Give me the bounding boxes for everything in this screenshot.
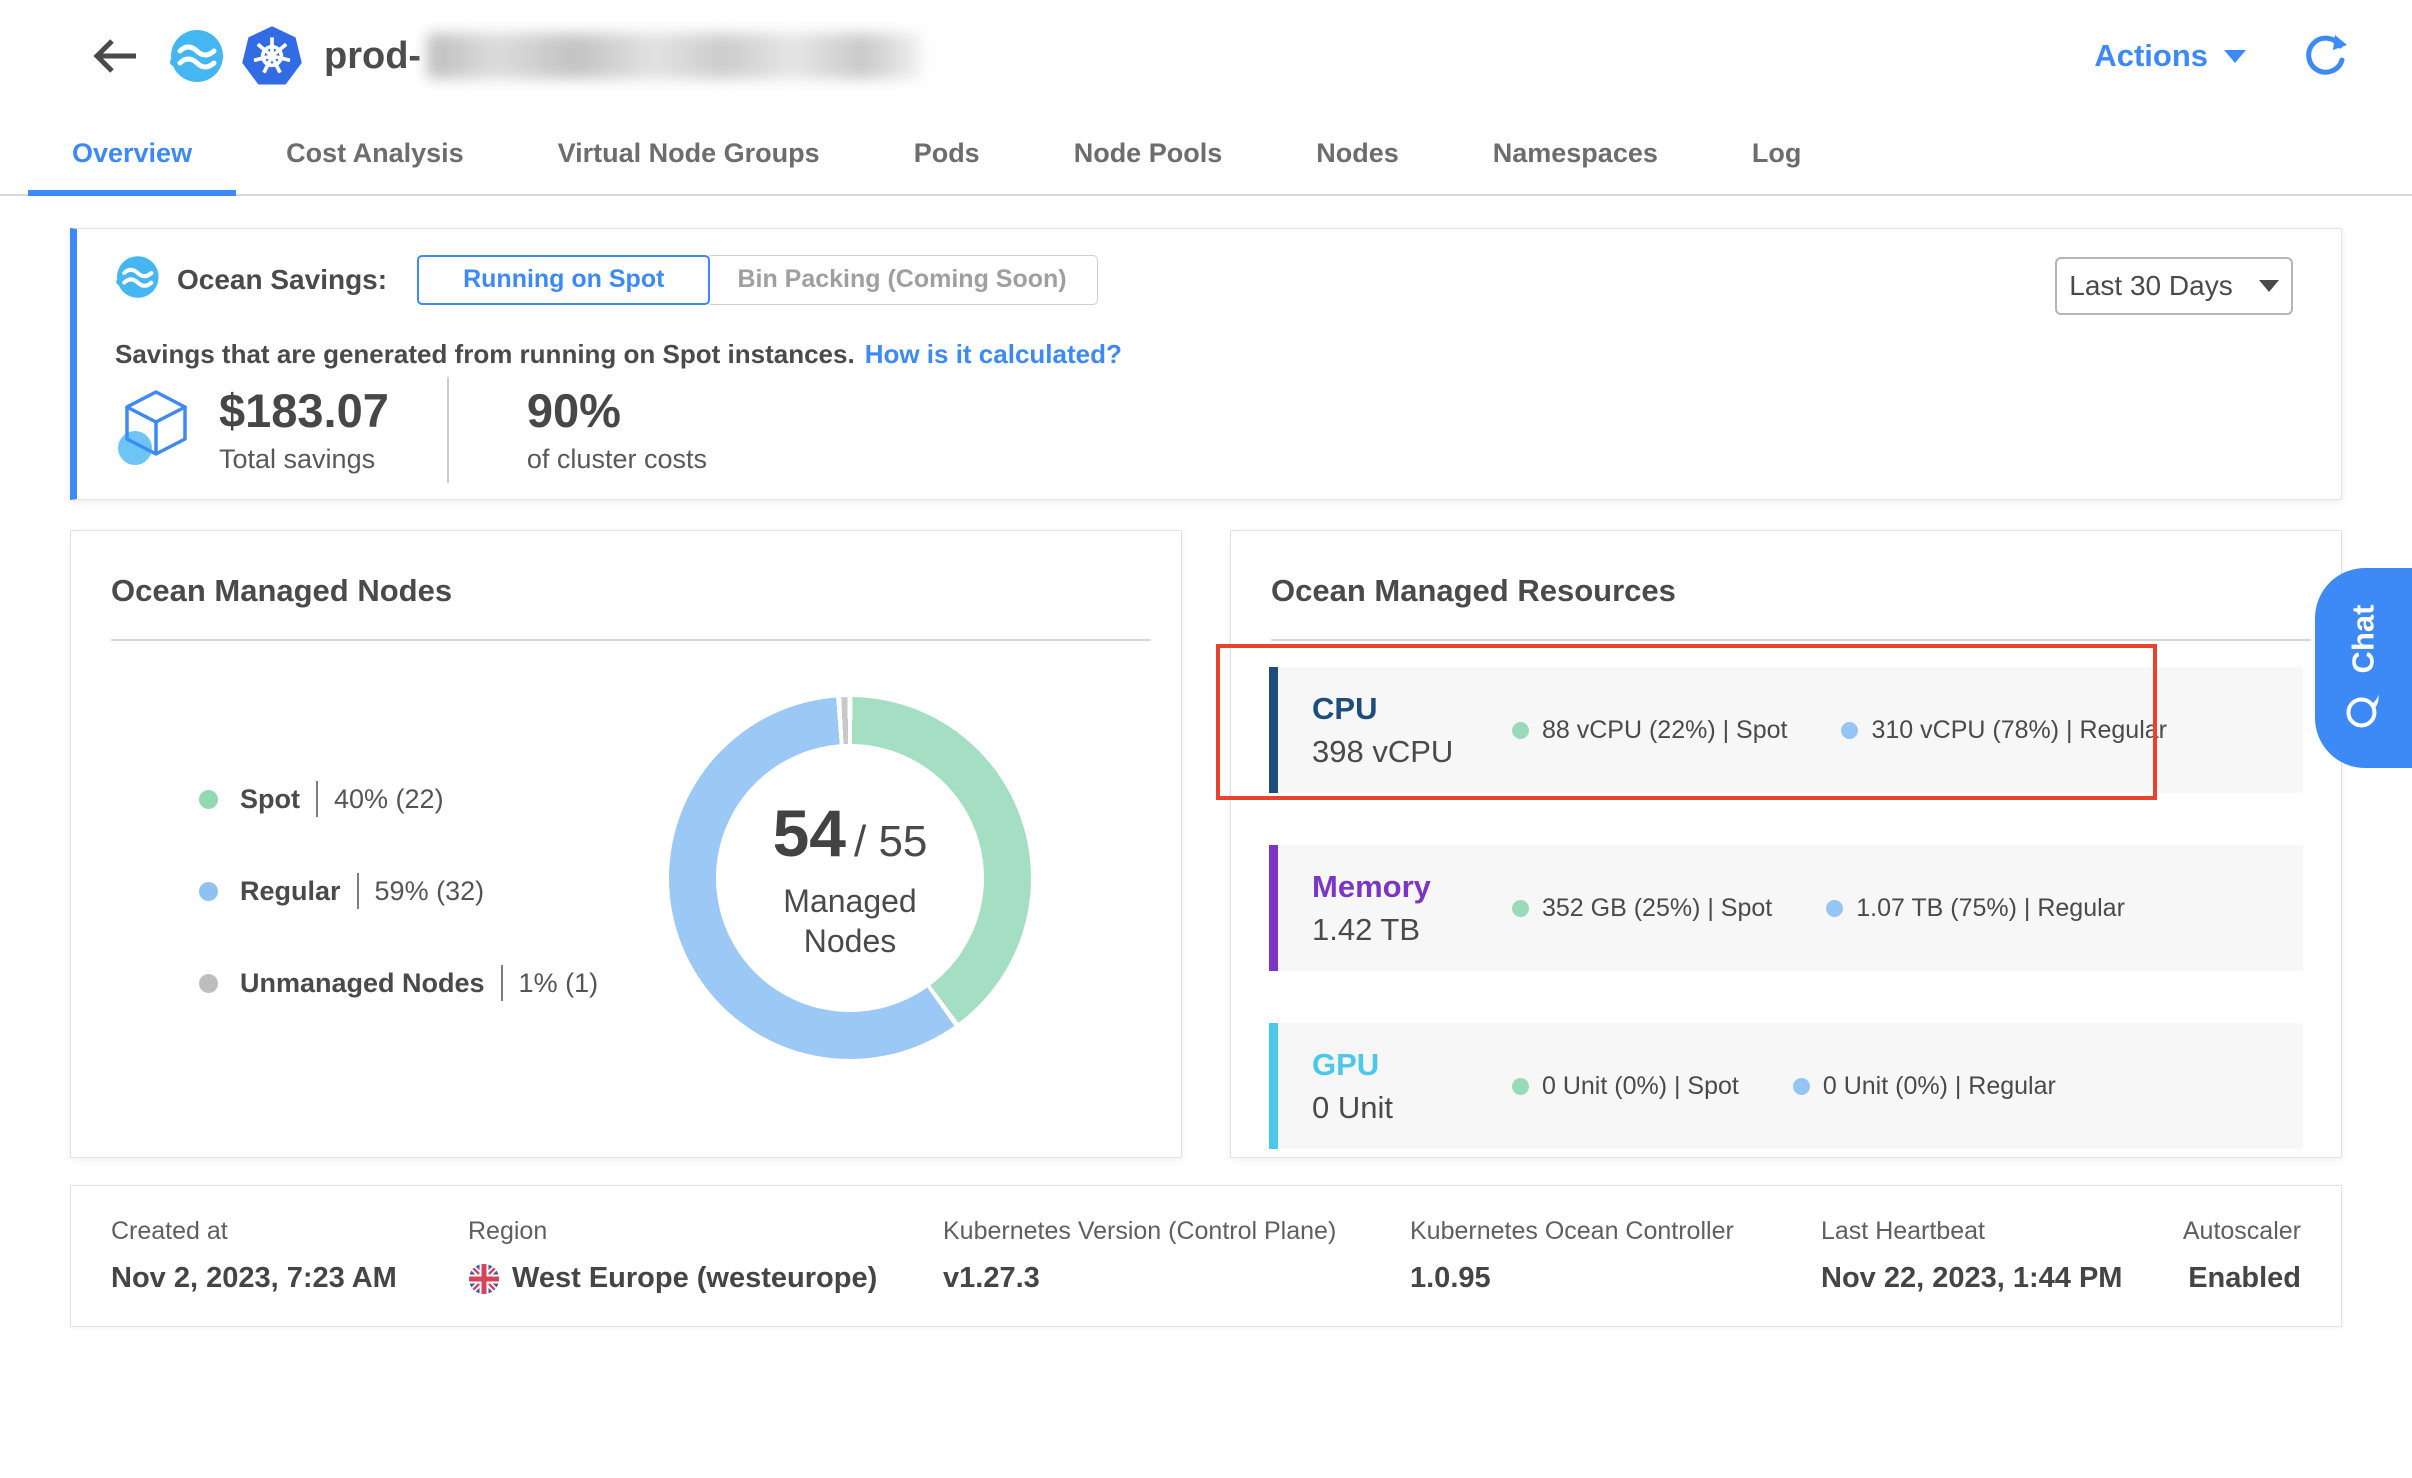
meta-ocean-controller: Kubernetes Ocean Controller 1.0.95 <box>1410 1217 1821 1295</box>
running-on-spot-toggle[interactable]: Running on Spot <box>417 255 710 305</box>
unmanaged-legend-dot-icon <box>199 974 218 993</box>
cluster-cost-percent-label: of cluster costs <box>527 444 707 475</box>
cluster-cost-percent-value: 90% <box>527 385 707 437</box>
kubernetes-logo-icon <box>240 25 304 87</box>
autoscaler-status: Enabled <box>2183 1262 2301 1295</box>
ocean-managed-resources-card: Ocean Managed Resources CPU 398 vCPU <box>1230 530 2342 1158</box>
tab-namespaces[interactable]: Namespaces <box>1449 112 1702 194</box>
page-title: prod- <box>324 33 922 79</box>
gpu-total: 0 Unit <box>1312 1090 1512 1126</box>
refresh-icon <box>2302 33 2348 79</box>
donut-center-text: 54 / 55 Managed Nodes <box>669 697 1031 1059</box>
regular-dot-icon <box>1841 722 1858 739</box>
actions-caret-icon <box>2224 50 2246 63</box>
tab-virtual-node-groups[interactable]: Virtual Node Groups <box>514 112 864 194</box>
period-value: Last 30 Days <box>2069 270 2232 302</box>
meta-kubernetes-version: Kubernetes Version (Control Plane) v1.27… <box>943 1217 1410 1295</box>
memory-resource-row: Memory 1.42 TB 352 GB (25%) | Spot 1.07 … <box>1269 845 2303 971</box>
managed-nodes-label: Managed Nodes <box>745 881 955 961</box>
refresh-button[interactable] <box>2302 33 2348 79</box>
ocean-managed-nodes-card: Ocean Managed Nodes Spot 40% (22) Regula… <box>70 530 1182 1158</box>
meta-created-at: Created at Nov 2, 2023, 7:23 AM <box>111 1217 468 1295</box>
cluster-cost-percent-stat: 90% of cluster costs <box>527 385 707 476</box>
actions-label: Actions <box>2094 38 2208 74</box>
tab-nodes[interactable]: Nodes <box>1272 112 1443 194</box>
period-caret-icon <box>2259 280 2279 292</box>
memory-regular-stat: 1.07 TB (75%) | Regular <box>1826 894 2125 923</box>
chat-bubble-icon <box>2344 691 2384 731</box>
ocean-cluster-overview-screen: prod- Actions Overview Cost Analysis Vir… <box>0 0 2412 1478</box>
nodes-card-divider <box>111 639 1151 641</box>
regular-legend-dot-icon <box>199 882 218 901</box>
cpu-row-wrapper: CPU 398 vCPU 88 vCPU (22%) | Spot 310 vC… <box>1269 667 2303 793</box>
memory-spot-stat: 352 GB (25%) | Spot <box>1512 894 1772 923</box>
resources-card-title: Ocean Managed Resources <box>1271 573 1676 609</box>
cluster-meta-bar: Created at Nov 2, 2023, 7:23 AM Region W… <box>70 1185 2342 1327</box>
savings-cube-icon <box>113 384 199 477</box>
managed-nodes-count: 54 <box>773 795 846 871</box>
tab-bar: Overview Cost Analysis Virtual Node Grou… <box>0 112 2412 196</box>
legend-item-spot: Spot 40% (22) <box>199 781 598 817</box>
cpu-resource-row: CPU 398 vCPU 88 vCPU (22%) | Spot 310 vC… <box>1269 667 2303 793</box>
meta-last-heartbeat: Last Heartbeat Nov 22, 2023, 1:44 PM <box>1821 1217 2183 1295</box>
cpu-spot-stat: 88 vCPU (22%) | Spot <box>1512 716 1787 745</box>
meta-region: Region West Europe (westeurope) <box>468 1217 943 1295</box>
spot-legend-dot-icon <box>199 790 218 809</box>
ocean-logo-icon <box>166 26 226 86</box>
uk-flag-icon <box>468 1263 500 1295</box>
tab-overview[interactable]: Overview <box>28 112 236 194</box>
memory-row-wrapper: Memory 1.42 TB 352 GB (25%) | Spot 1.07 … <box>1269 845 2303 971</box>
chat-button[interactable]: Chat <box>2315 568 2412 768</box>
back-arrow-icon <box>88 34 140 78</box>
meta-autoscaler: Autoscaler Enabled <box>2183 1217 2301 1295</box>
chat-label: Chat <box>2346 605 2382 674</box>
ocean-savings-icon <box>113 253 161 306</box>
tab-node-pools[interactable]: Node Pools <box>1030 112 1267 194</box>
redacted-cluster-name <box>427 33 922 79</box>
total-savings-label: Total savings <box>219 444 389 475</box>
savings-section-label: Ocean Savings: <box>177 264 387 296</box>
managed-nodes-total: / 55 <box>854 817 927 867</box>
total-savings-value: $183.07 <box>219 385 389 437</box>
spot-dot-icon <box>1512 900 1529 917</box>
spot-dot-icon <box>1512 722 1529 739</box>
nodes-legend: Spot 40% (22) Regular 59% (32) Unmanaged… <box>199 781 598 1057</box>
how-is-it-calculated-link[interactable]: How is it calculated? <box>865 339 1122 369</box>
legend-item-unmanaged: Unmanaged Nodes 1% (1) <box>199 965 598 1001</box>
tab-log[interactable]: Log <box>1708 112 1845 194</box>
actions-button[interactable]: Actions <box>2094 38 2246 74</box>
gpu-regular-stat: 0 Unit (0%) | Regular <box>1793 1072 2056 1101</box>
cpu-regular-stat: 310 vCPU (78%) | Regular <box>1841 716 2167 745</box>
savings-description: Savings that are generated from running … <box>115 339 1122 370</box>
total-savings-stat: $183.07 Total savings <box>219 385 389 476</box>
tab-pods[interactable]: Pods <box>870 112 1024 194</box>
gpu-row-wrapper: GPU 0 Unit 0 Unit (0%) | Spot 0 Unit (0%… <box>1269 1023 2303 1149</box>
cpu-label: CPU <box>1312 691 1512 727</box>
gpu-label: GPU <box>1312 1047 1512 1083</box>
back-button[interactable] <box>88 34 140 78</box>
legend-item-regular: Regular 59% (32) <box>199 873 598 909</box>
regular-dot-icon <box>1793 1078 1810 1095</box>
spot-dot-icon <box>1512 1078 1529 1095</box>
managed-nodes-donut: 54 / 55 Managed Nodes <box>669 697 1031 1059</box>
memory-total: 1.42 TB <box>1312 912 1512 948</box>
period-dropdown[interactable]: Last 30 Days <box>2055 257 2293 315</box>
tab-cost-analysis[interactable]: Cost Analysis <box>242 112 508 194</box>
stats-divider <box>447 377 449 483</box>
ocean-savings-banner: Ocean Savings: Running on Spot Bin Packi… <box>70 228 2342 500</box>
gpu-spot-stat: 0 Unit (0%) | Spot <box>1512 1072 1739 1101</box>
memory-label: Memory <box>1312 869 1512 905</box>
savings-toggle-group: Running on Spot Bin Packing (Coming Soon… <box>417 255 1098 305</box>
regular-dot-icon <box>1826 900 1843 917</box>
cluster-name-prefix: prod- <box>324 35 421 78</box>
nodes-card-title: Ocean Managed Nodes <box>111 573 452 609</box>
gpu-resource-row: GPU 0 Unit 0 Unit (0%) | Spot 0 Unit (0%… <box>1269 1023 2303 1149</box>
app-header: prod- Actions <box>0 0 2412 112</box>
cpu-total: 398 vCPU <box>1312 734 1512 770</box>
bin-packing-toggle[interactable]: Bin Packing (Coming Soon) <box>706 255 1097 305</box>
